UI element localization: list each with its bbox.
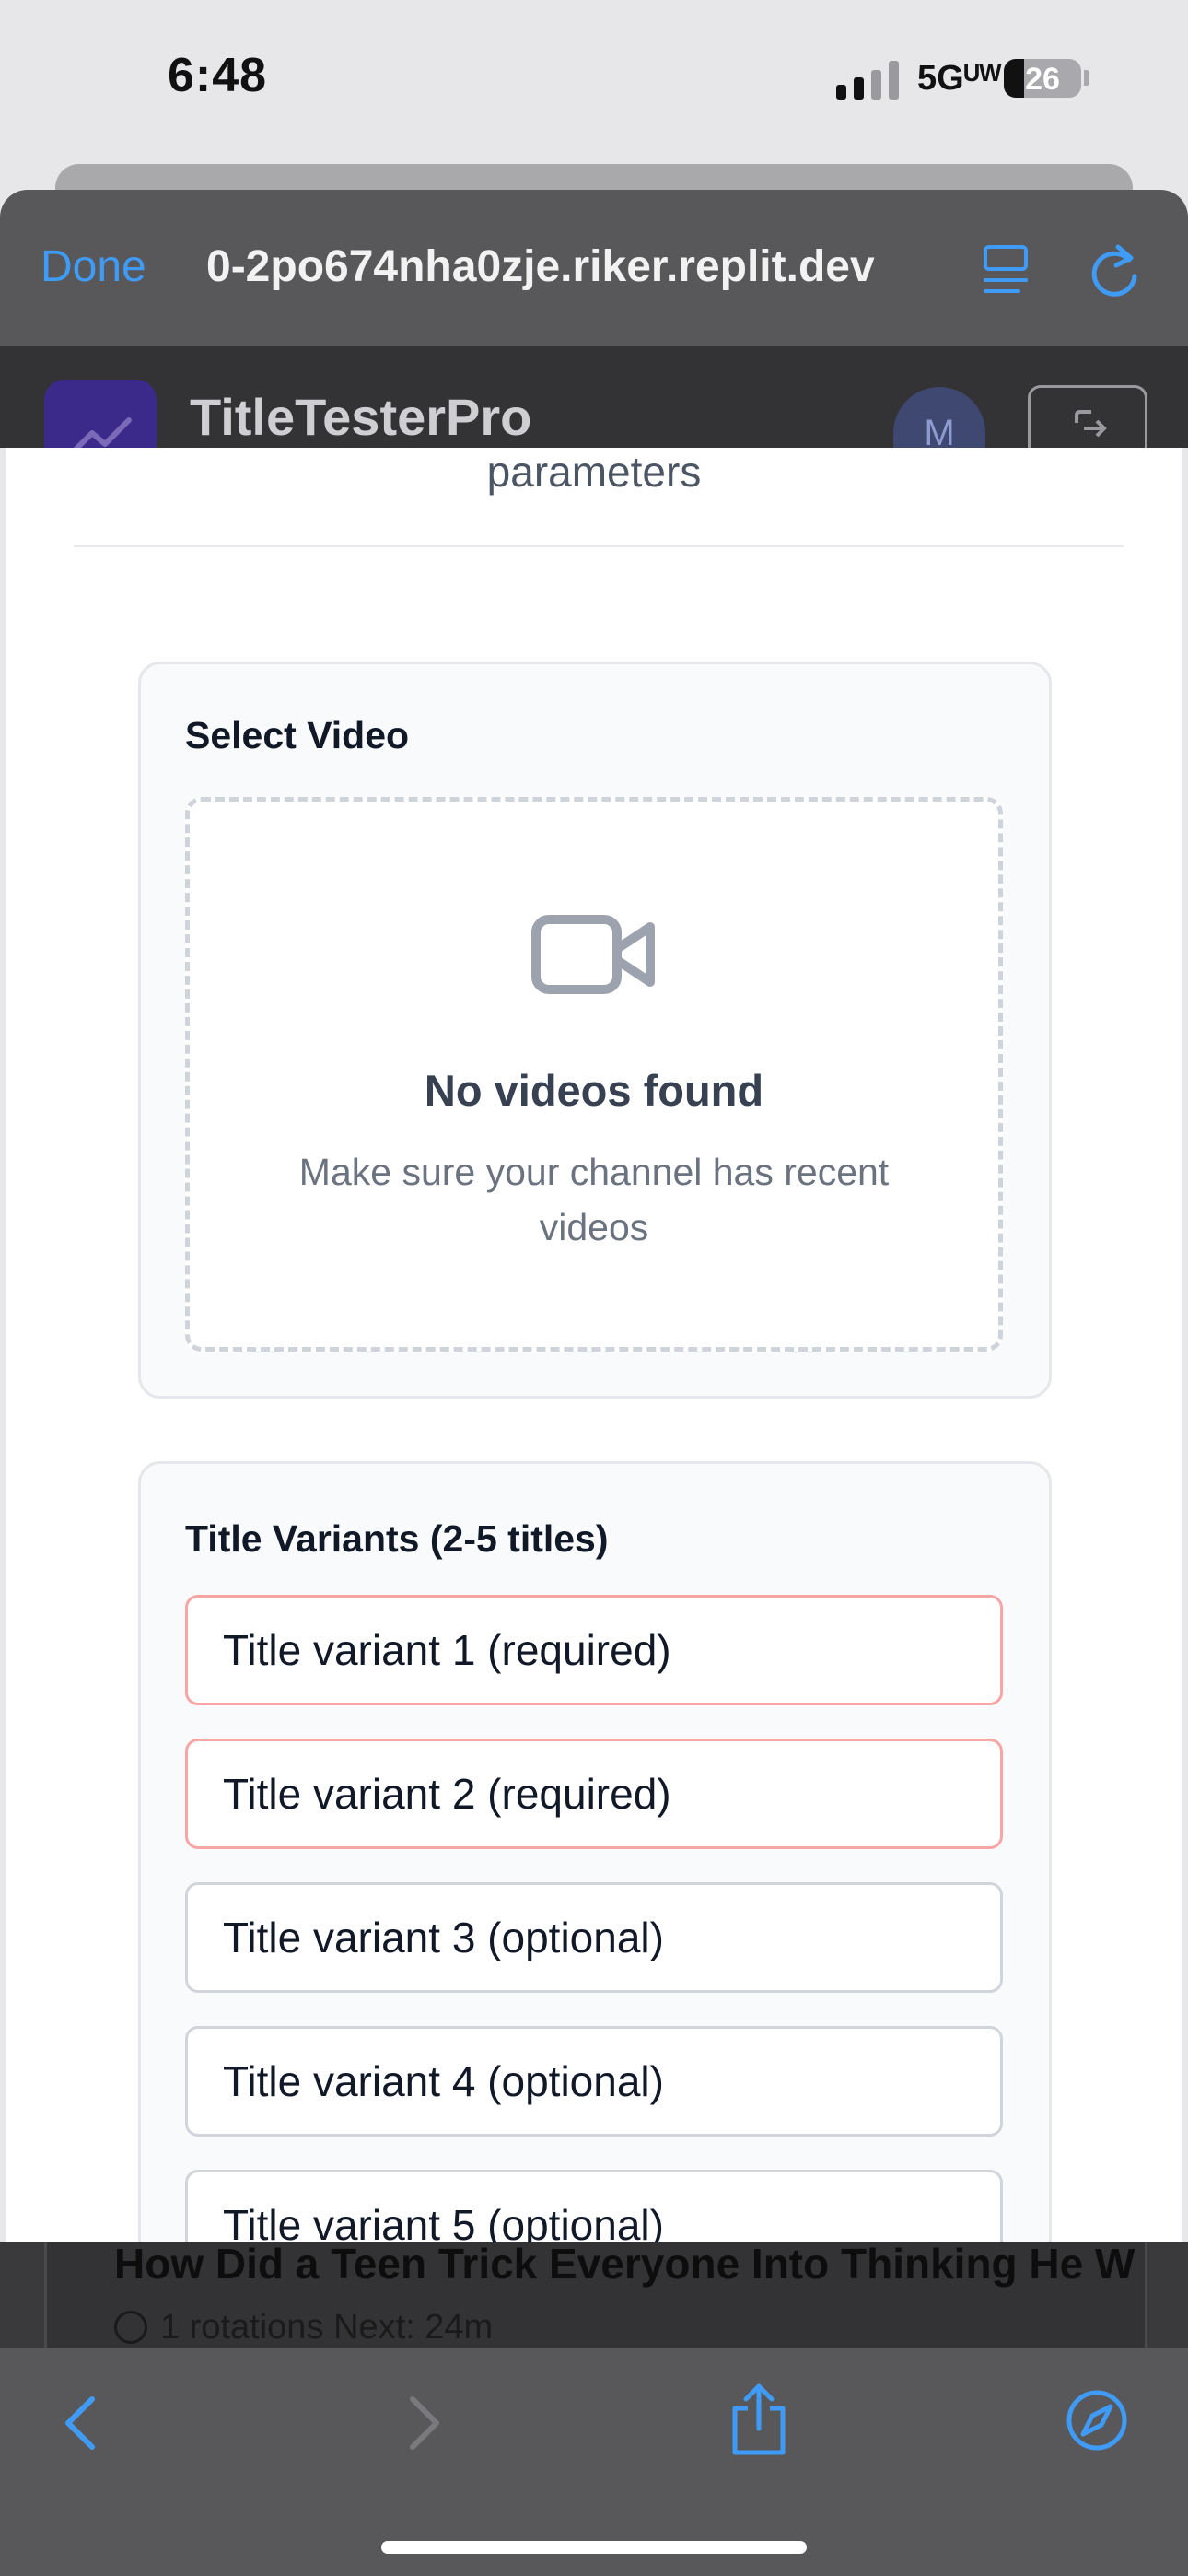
url-address[interactable]: 0-2po674nha0zje.riker.replit.dev: [206, 241, 875, 292]
battery-icon: 26: [1004, 59, 1081, 98]
background-video-title: How Did a Teen Trick Everyone Into Think…: [114, 2240, 1136, 2288]
reader-mode-icon[interactable]: [982, 241, 1033, 297]
background-video-meta-row: 1 rotations Next: 24m: [114, 2308, 493, 2348]
select-video-card: Select Video No videos found Make sure y…: [138, 662, 1052, 1399]
title-variants-label: Title Variants (2-5 titles): [185, 1517, 609, 1560]
app-header: [0, 346, 1188, 448]
share-icon[interactable]: [728, 2381, 790, 2458]
safari-compass-icon[interactable]: [1065, 2388, 1129, 2453]
background-video-meta: 1 rotations Next: 24m: [160, 2308, 494, 2347]
select-video-label: Select Video: [185, 714, 410, 756]
back-icon[interactable]: [61, 2394, 101, 2453]
logout-icon: [1075, 410, 1107, 438]
battery-level: 26: [1025, 62, 1060, 97]
network-type: 5Gᵁᵂ: [917, 59, 1002, 98]
divider: [74, 545, 1124, 547]
title-variant-1-input[interactable]: [185, 1595, 1003, 1705]
logout-button[interactable]: [1028, 385, 1147, 456]
home-indicator[interactable]: [381, 2541, 807, 2554]
reload-icon[interactable]: [1087, 240, 1142, 299]
empty-state-title: No videos found: [424, 1066, 764, 1115]
app-title: TitleTesterPro: [190, 388, 532, 446]
cellular-signal-icon: [836, 61, 901, 100]
battery-cap: [1084, 70, 1089, 86]
forward-icon[interactable]: [403, 2394, 444, 2453]
video-empty-state: No videos found Make sure your channel h…: [185, 797, 1003, 1352]
modal-subtitle: parameters: [486, 448, 702, 496]
clock-icon: [114, 2311, 147, 2344]
title-variant-4-input[interactable]: [185, 2026, 1003, 2137]
title-variant-3-input[interactable]: [185, 1882, 1003, 1993]
done-button[interactable]: Done: [41, 241, 146, 292]
create-test-modal: parameters Select Video No videos found …: [6, 448, 1182, 2242]
title-variants-card: Title Variants (2-5 titles): [138, 1461, 1052, 2242]
title-variant-5-input[interactable]: [185, 2170, 1003, 2242]
status-time: 6:48: [168, 49, 268, 102]
empty-state-text: Make sure your channel has recent videos: [298, 1151, 890, 1248]
title-variant-2-input[interactable]: [185, 1739, 1003, 1849]
video-camera-icon: [531, 915, 655, 994]
